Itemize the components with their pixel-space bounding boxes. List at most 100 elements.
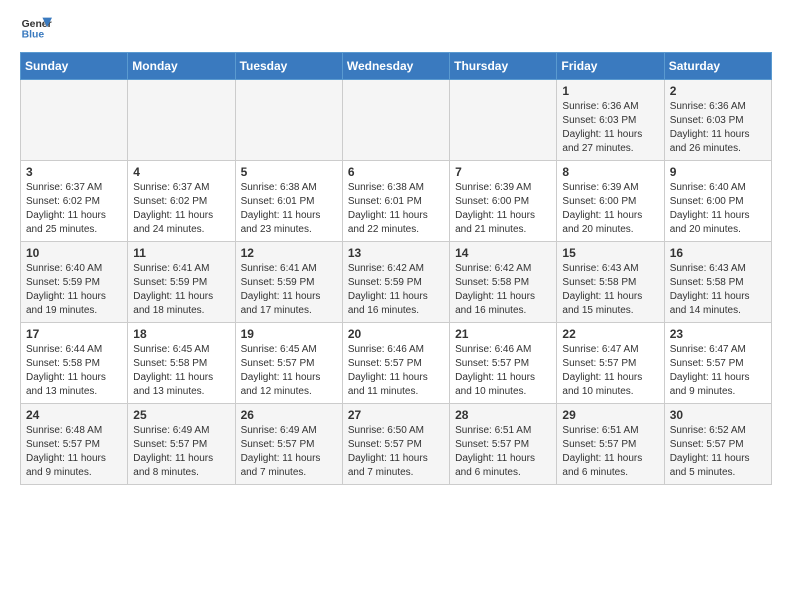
calendar-cell: 17 Sunrise: 6:44 AM Sunset: 5:58 PM Dayli… [21, 323, 128, 404]
day-number: 18 [133, 327, 229, 341]
day-number: 3 [26, 165, 122, 179]
day-info: Sunrise: 6:50 AM Sunset: 5:57 PM Dayligh… [348, 424, 444, 480]
day-info: Sunrise: 6:41 AM Sunset: 5:59 PM Dayligh… [133, 262, 229, 318]
day-number: 28 [455, 408, 551, 422]
weekday-header-friday: Friday [557, 53, 664, 80]
calendar-week-2: 3 Sunrise: 6:37 AM Sunset: 6:02 PM Daylig… [21, 161, 772, 242]
weekday-header-monday: Monday [128, 53, 235, 80]
day-number: 14 [455, 246, 551, 260]
day-info: Sunrise: 6:37 AM Sunset: 6:02 PM Dayligh… [26, 181, 122, 237]
day-number: 16 [670, 246, 766, 260]
calendar-cell: 20 Sunrise: 6:46 AM Sunset: 5:57 PM Dayli… [342, 323, 449, 404]
day-info: Sunrise: 6:38 AM Sunset: 6:01 PM Dayligh… [348, 181, 444, 237]
calendar-cell [235, 80, 342, 161]
calendar-cell: 28 Sunrise: 6:51 AM Sunset: 5:57 PM Dayli… [450, 404, 557, 485]
calendar-header: SundayMondayTuesdayWednesdayThursdayFrid… [21, 53, 772, 80]
day-info: Sunrise: 6:46 AM Sunset: 5:57 PM Dayligh… [455, 343, 551, 399]
logo-icon: General Blue [20, 16, 52, 44]
page-header: General Blue [0, 0, 792, 52]
day-info: Sunrise: 6:39 AM Sunset: 6:00 PM Dayligh… [562, 181, 658, 237]
day-number: 23 [670, 327, 766, 341]
day-info: Sunrise: 6:36 AM Sunset: 6:03 PM Dayligh… [562, 100, 658, 156]
weekday-header-sunday: Sunday [21, 53, 128, 80]
calendar-cell [21, 80, 128, 161]
day-info: Sunrise: 6:49 AM Sunset: 5:57 PM Dayligh… [133, 424, 229, 480]
weekday-header-saturday: Saturday [664, 53, 771, 80]
day-info: Sunrise: 6:43 AM Sunset: 5:58 PM Dayligh… [670, 262, 766, 318]
calendar-cell: 2Sunrise: 6:36 AM Sunset: 6:03 PM Daylig… [664, 80, 771, 161]
calendar-week-3: 10 Sunrise: 6:40 AM Sunset: 5:59 PM Dayli… [21, 242, 772, 323]
calendar-cell: 3 Sunrise: 6:37 AM Sunset: 6:02 PM Daylig… [21, 161, 128, 242]
calendar-cell: 14 Sunrise: 6:42 AM Sunset: 5:58 PM Dayli… [450, 242, 557, 323]
day-info: Sunrise: 6:52 AM Sunset: 5:57 PM Dayligh… [670, 424, 766, 480]
logo: General Blue [20, 16, 52, 44]
day-info: Sunrise: 6:47 AM Sunset: 5:57 PM Dayligh… [562, 343, 658, 399]
calendar-week-1: 1 Sunrise: 6:36 AM Sunset: 6:03 PM Daylig… [21, 80, 772, 161]
day-info: Sunrise: 6:43 AM Sunset: 5:58 PM Dayligh… [562, 262, 658, 318]
weekday-header-thursday: Thursday [450, 53, 557, 80]
calendar-cell: 23Sunrise: 6:47 AM Sunset: 5:57 PM Dayli… [664, 323, 771, 404]
day-number: 12 [241, 246, 337, 260]
day-info: Sunrise: 6:42 AM Sunset: 5:58 PM Dayligh… [455, 262, 551, 318]
calendar-cell: 5 Sunrise: 6:38 AM Sunset: 6:01 PM Daylig… [235, 161, 342, 242]
calendar-cell [450, 80, 557, 161]
day-number: 8 [562, 165, 658, 179]
day-number: 17 [26, 327, 122, 341]
calendar-cell: 25Sunrise: 6:49 AM Sunset: 5:57 PM Dayli… [128, 404, 235, 485]
day-number: 11 [133, 246, 229, 260]
day-info: Sunrise: 6:49 AM Sunset: 5:57 PM Dayligh… [241, 424, 337, 480]
day-info: Sunrise: 6:45 AM Sunset: 5:57 PM Dayligh… [241, 343, 337, 399]
calendar-cell: 4Sunrise: 6:37 AM Sunset: 6:02 PM Daylig… [128, 161, 235, 242]
day-info: Sunrise: 6:51 AM Sunset: 5:57 PM Dayligh… [455, 424, 551, 480]
calendar-cell: 10 Sunrise: 6:40 AM Sunset: 5:59 PM Dayli… [21, 242, 128, 323]
day-number: 1 [562, 84, 658, 98]
day-info: Sunrise: 6:45 AM Sunset: 5:58 PM Dayligh… [133, 343, 229, 399]
day-info: Sunrise: 6:44 AM Sunset: 5:58 PM Dayligh… [26, 343, 122, 399]
day-number: 5 [241, 165, 337, 179]
calendar-cell: 27 Sunrise: 6:50 AM Sunset: 5:57 PM Dayli… [342, 404, 449, 485]
day-number: 10 [26, 246, 122, 260]
day-info: Sunrise: 6:46 AM Sunset: 5:57 PM Dayligh… [348, 343, 444, 399]
calendar-cell: 24Sunrise: 6:48 AM Sunset: 5:57 PM Dayli… [21, 404, 128, 485]
calendar-cell: 16 Sunrise: 6:43 AM Sunset: 5:58 PM Dayli… [664, 242, 771, 323]
calendar-cell: 29 Sunrise: 6:51 AM Sunset: 5:57 PM Dayli… [557, 404, 664, 485]
calendar-cell: 1 Sunrise: 6:36 AM Sunset: 6:03 PM Daylig… [557, 80, 664, 161]
day-number: 19 [241, 327, 337, 341]
day-number: 7 [455, 165, 551, 179]
svg-text:Blue: Blue [22, 30, 45, 41]
calendar-container: SundayMondayTuesdayWednesdayThursdayFrid… [0, 52, 792, 501]
calendar-cell: 30 Sunrise: 6:52 AM Sunset: 5:57 PM Dayli… [664, 404, 771, 485]
calendar-cell: 18 Sunrise: 6:45 AM Sunset: 5:58 PM Dayli… [128, 323, 235, 404]
day-number: 20 [348, 327, 444, 341]
calendar-cell: 22Sunrise: 6:47 AM Sunset: 5:57 PM Dayli… [557, 323, 664, 404]
day-number: 29 [562, 408, 658, 422]
day-info: Sunrise: 6:51 AM Sunset: 5:57 PM Dayligh… [562, 424, 658, 480]
day-number: 4 [133, 165, 229, 179]
day-number: 27 [348, 408, 444, 422]
day-number: 26 [241, 408, 337, 422]
day-number: 2 [670, 84, 766, 98]
day-number: 9 [670, 165, 766, 179]
calendar-cell [342, 80, 449, 161]
calendar-cell: 13Sunrise: 6:42 AM Sunset: 5:59 PM Dayli… [342, 242, 449, 323]
day-number: 24 [26, 408, 122, 422]
calendar-cell: 12 Sunrise: 6:41 AM Sunset: 5:59 PM Dayli… [235, 242, 342, 323]
calendar-cell: 8 Sunrise: 6:39 AM Sunset: 6:00 PM Daylig… [557, 161, 664, 242]
day-info: Sunrise: 6:41 AM Sunset: 5:59 PM Dayligh… [241, 262, 337, 318]
day-number: 21 [455, 327, 551, 341]
day-number: 30 [670, 408, 766, 422]
weekday-header-tuesday: Tuesday [235, 53, 342, 80]
calendar-table: SundayMondayTuesdayWednesdayThursdayFrid… [20, 52, 772, 485]
day-info: Sunrise: 6:40 AM Sunset: 6:00 PM Dayligh… [670, 181, 766, 237]
day-info: Sunrise: 6:38 AM Sunset: 6:01 PM Dayligh… [241, 181, 337, 237]
calendar-cell: 9 Sunrise: 6:40 AM Sunset: 6:00 PM Daylig… [664, 161, 771, 242]
calendar-cell: 21 Sunrise: 6:46 AM Sunset: 5:57 PM Dayli… [450, 323, 557, 404]
calendar-week-5: 24Sunrise: 6:48 AM Sunset: 5:57 PM Dayli… [21, 404, 772, 485]
day-info: Sunrise: 6:39 AM Sunset: 6:00 PM Dayligh… [455, 181, 551, 237]
calendar-cell: 6Sunrise: 6:38 AM Sunset: 6:01 PM Daylig… [342, 161, 449, 242]
day-number: 15 [562, 246, 658, 260]
calendar-cell: 19 Sunrise: 6:45 AM Sunset: 5:57 PM Dayli… [235, 323, 342, 404]
calendar-cell: 11 Sunrise: 6:41 AM Sunset: 5:59 PM Dayli… [128, 242, 235, 323]
day-number: 13 [348, 246, 444, 260]
day-info: Sunrise: 6:40 AM Sunset: 5:59 PM Dayligh… [26, 262, 122, 318]
